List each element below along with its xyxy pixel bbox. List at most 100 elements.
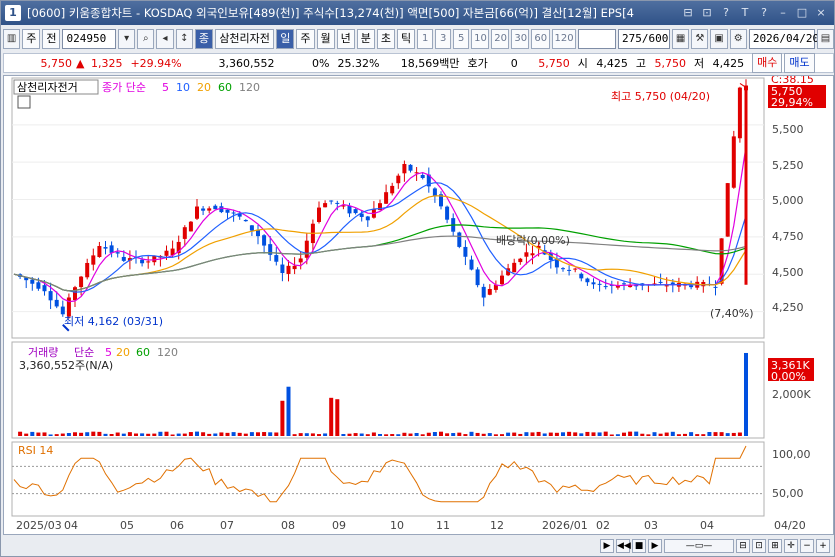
num-30[interactable]: 30 — [511, 29, 530, 49]
table-icon[interactable] — [17, 95, 31, 109]
volume-bar — [134, 433, 138, 436]
volume-bar — [646, 434, 651, 436]
buy-button[interactable]: 매수 — [752, 53, 783, 73]
candle-body — [249, 225, 254, 231]
question-icon[interactable]: ? — [756, 5, 772, 21]
date-field[interactable]: 2026/04/20 — [748, 29, 819, 49]
candle-body — [213, 205, 218, 210]
interval-day[interactable]: 일 — [276, 29, 295, 49]
code-dropdown-icon[interactable]: ▾ — [118, 29, 136, 49]
interval-minute[interactable]: 분 — [356, 29, 375, 49]
candle-body — [280, 264, 285, 274]
play-icon[interactable]: ▶ — [600, 539, 614, 553]
volume-bar — [219, 432, 224, 436]
volume-bar — [567, 431, 572, 436]
percent-value: 0% — [312, 56, 330, 70]
candle-body — [36, 282, 41, 289]
forward-icon[interactable]: ▶ — [648, 539, 662, 553]
interval-month[interactable]: 월 — [316, 29, 335, 49]
chart-svg[interactable]: 삼천리자전거 종가 단순 5 10 20 60 120 최고 5,750 (04… — [4, 76, 833, 534]
stop-icon[interactable]: ■ — [632, 539, 646, 553]
num-1[interactable]: 1 — [417, 29, 434, 49]
price-tick-5250: 5,250 — [772, 159, 804, 172]
zoom-in-icon[interactable]: ⊞ — [768, 539, 782, 553]
num-5[interactable]: 5 — [453, 29, 470, 49]
volume-bar — [152, 433, 157, 436]
zoom-out-icon[interactable]: ⊟ — [736, 539, 750, 553]
candle-body — [298, 258, 303, 263]
high-price: 5,750 — [654, 56, 686, 70]
hoga-label: 호가 — [467, 57, 488, 70]
close-icon[interactable]: × — [813, 5, 829, 21]
custom-interval-input[interactable] — [577, 29, 617, 49]
volume-bar — [91, 431, 96, 436]
volume-bar — [445, 433, 450, 436]
volume-bar — [469, 431, 474, 436]
quote-bar: 5,750 ▲ 1,325 +29.94% 3,360,552 0% 25.32… — [3, 53, 834, 73]
volume-bar — [249, 432, 254, 436]
volume-ma-60: 60 — [136, 346, 150, 359]
volume-bar — [201, 432, 206, 436]
mode-select[interactable]: 전 — [42, 29, 61, 49]
sell-button[interactable]: 매도 — [784, 53, 815, 73]
num-120[interactable]: 120 — [551, 29, 576, 49]
maximize-icon[interactable]: □ — [794, 5, 810, 21]
volume-bar — [304, 433, 309, 436]
chart-area[interactable]: 삼천리자전거 종가 단순 5 10 20 60 120 최고 5,750 (04… — [3, 75, 834, 535]
help-icon[interactable]: ? — [718, 5, 734, 21]
x-label-07: 07 — [220, 519, 234, 532]
volume-bar — [500, 434, 504, 436]
stock-code-input[interactable]: 024950 — [62, 29, 117, 49]
count-field[interactable]: 275/600 — [618, 29, 671, 49]
interval-year[interactable]: 년 — [336, 29, 355, 49]
volume-tick-2000k: 2,000K — [772, 388, 811, 401]
volume-bar — [658, 433, 663, 436]
grid-icon[interactable]: ▦ — [672, 29, 690, 49]
volume-bar — [225, 432, 230, 436]
volume-bar — [243, 433, 248, 436]
tools-icon[interactable]: ⚒ — [691, 29, 709, 49]
save-icon[interactable]: ▣ — [710, 29, 728, 49]
x-label-2026-01: 2026/01 — [542, 519, 588, 532]
volume-bar — [554, 432, 559, 436]
candle-body — [567, 269, 572, 271]
num-60[interactable]: 60 — [531, 29, 550, 49]
sound-icon[interactable]: ◂ — [156, 29, 174, 49]
percent-label: (7,40%) — [710, 307, 754, 320]
chart-type-icon[interactable]: ▥ — [3, 29, 21, 49]
num-20[interactable]: 20 — [491, 29, 510, 49]
search-icon[interactable]: ⌕ — [137, 29, 155, 49]
candle-body — [463, 246, 468, 257]
interval-tick[interactable]: 틱 — [397, 29, 416, 49]
plus-icon[interactable]: + — [816, 539, 830, 553]
candle-body — [201, 208, 206, 211]
interval-week[interactable]: 주 — [296, 29, 315, 49]
num-3[interactable]: 3 — [435, 29, 452, 49]
interval-second[interactable]: 초 — [376, 29, 396, 49]
candle-body — [48, 291, 53, 301]
zoom-slider[interactable]: —▭— — [664, 539, 734, 553]
period-select[interactable]: 주 — [22, 29, 41, 49]
minimize-icon[interactable]: – — [775, 5, 791, 21]
calendar-icon[interactable]: ▤ — [816, 29, 835, 49]
candle-body — [591, 282, 596, 285]
rewind-icon[interactable]: ◀◀ — [616, 539, 631, 553]
num-10[interactable]: 10 — [471, 29, 490, 49]
prev-next-icon[interactable]: ↕ — [175, 29, 193, 49]
settings-icon[interactable]: ⚙ — [729, 29, 747, 49]
x-label-05: 05 — [120, 519, 134, 532]
restore-icon[interactable]: ⊡ — [699, 5, 715, 21]
x-axis: 2025/03 04 05 06 07 08 09 10 11 12 2026/… — [16, 519, 806, 532]
text-icon[interactable]: T — [737, 5, 753, 21]
crosshair-icon[interactable]: ✛ — [784, 539, 798, 553]
volume-bar — [365, 434, 370, 436]
minus-icon[interactable]: − — [800, 539, 814, 553]
x-label-04: 04 — [64, 519, 78, 532]
candle-body — [164, 250, 169, 256]
volume-bar — [591, 432, 596, 436]
layout-icon[interactable]: ⊟ — [680, 5, 696, 21]
zoom-fit-icon[interactable]: ⊡ — [752, 539, 766, 553]
x-label-12: 12 — [490, 519, 504, 532]
volume-bar — [73, 432, 77, 436]
candle-body — [725, 183, 730, 237]
